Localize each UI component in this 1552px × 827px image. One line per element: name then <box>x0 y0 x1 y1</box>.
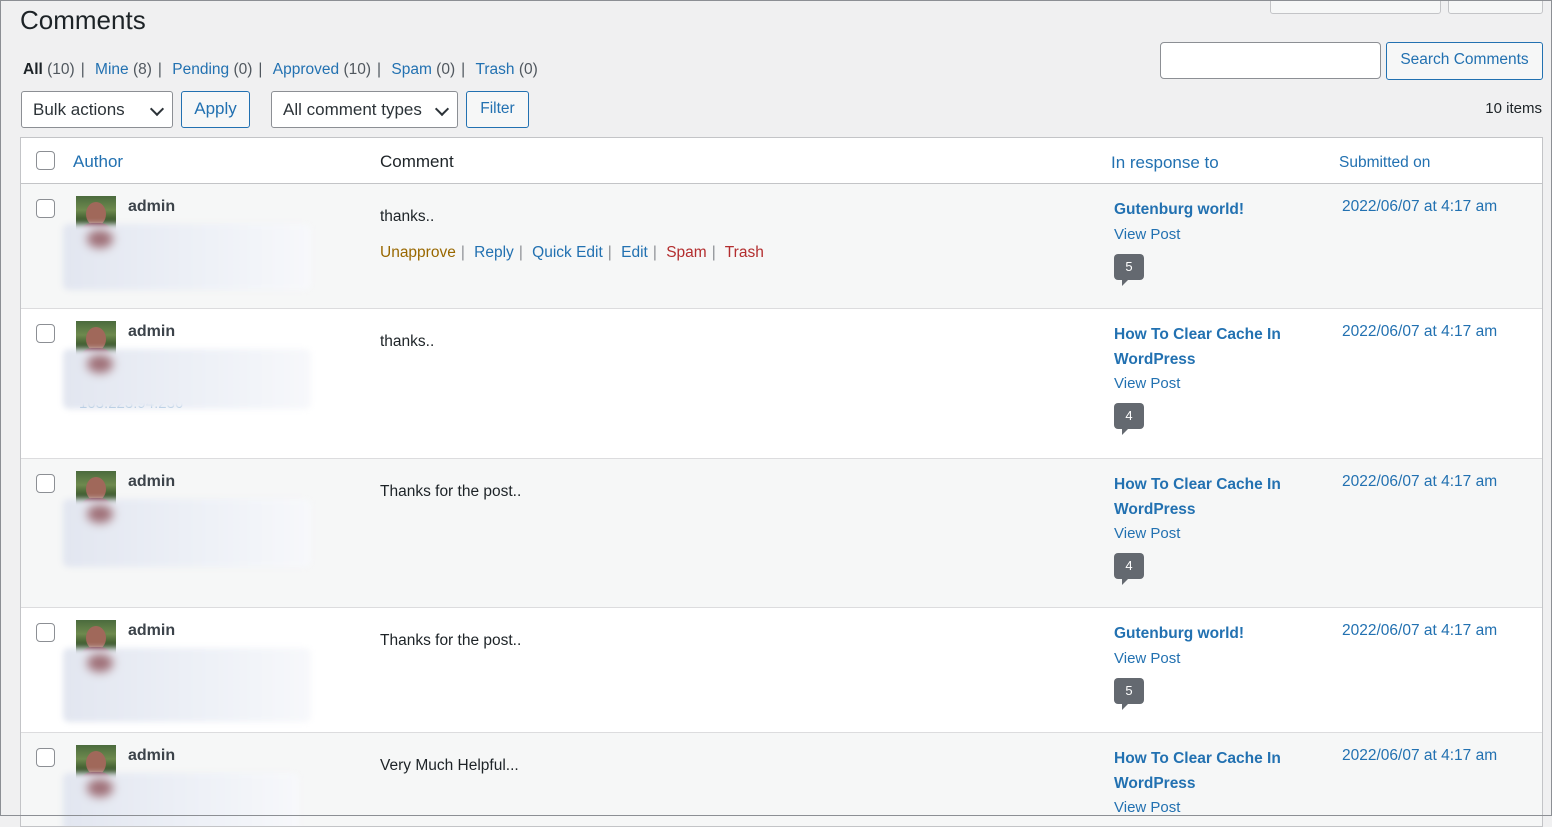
select-all-checkbox[interactable] <box>36 151 55 170</box>
filter-count: (0) <box>233 61 253 78</box>
search-comments-button[interactable]: Search Comments <box>1386 42 1543 80</box>
comment-count-bubble[interactable]: 5 <box>1114 253 1144 286</box>
column-comment: Comment <box>380 152 454 171</box>
submitted-date-link[interactable]: 2022/06/07 at 4:17 am <box>1342 473 1497 491</box>
row-checkbox[interactable] <box>36 623 55 642</box>
table-row: admin Very Much Helpful... How To Clear … <box>21 733 1542 826</box>
spam-link[interactable]: Spam <box>666 244 707 261</box>
filter-button[interactable]: Filter <box>466 91 529 128</box>
redacted-author-details <box>63 499 311 567</box>
comment-text: Very Much Helpful... <box>380 757 519 774</box>
comment-text: Thanks for the post.. <box>380 483 522 500</box>
row-actions: Unapprove | Reply | Quick Edit | Edit | Spam… <box>380 244 764 262</box>
table-row: admin Thanks for the post.. How To Clear… <box>21 459 1542 608</box>
separator: | <box>518 244 523 261</box>
filter-all[interactable]: All <box>23 61 43 78</box>
separator: | <box>157 61 162 78</box>
filter-trash[interactable]: Trash <box>475 61 514 78</box>
row-checkbox[interactable] <box>36 199 55 218</box>
chevron-down-icon <box>434 101 450 117</box>
filter-count: (0) <box>436 61 456 78</box>
redacted-author-details <box>63 224 311 290</box>
row-checkbox[interactable] <box>36 474 55 493</box>
bulk-actions-label: Bulk actions <box>33 100 125 119</box>
filter-approved[interactable]: Approved <box>273 61 339 78</box>
row-checkbox[interactable] <box>36 324 55 343</box>
comment-type-select[interactable]: All comment types <box>271 91 458 128</box>
help-button[interactable] <box>1448 0 1543 14</box>
submitted-date-link[interactable]: 2022/06/07 at 4:17 am <box>1342 198 1497 216</box>
filter-count: (10) <box>343 61 372 78</box>
comment-text: thanks.. <box>380 333 435 350</box>
separator: | <box>607 244 612 261</box>
bulk-actions-select[interactable]: Bulk actions <box>21 91 173 128</box>
column-author[interactable]: Author <box>73 151 123 173</box>
author-name: admin <box>128 747 176 764</box>
in-response-to: How To Clear Cache In WordPress View Pos… <box>1114 473 1314 585</box>
search-input[interactable] <box>1160 42 1381 79</box>
separator: | <box>652 244 657 261</box>
comment-count-bubble[interactable]: 4 <box>1114 403 1144 435</box>
separator: | <box>711 244 716 261</box>
separator: | <box>80 61 85 78</box>
comment-count-bubble[interactable]: 4 <box>1114 553 1144 585</box>
submitted-date-link[interactable]: 2022/06/07 at 4:17 am <box>1342 622 1497 640</box>
column-in-response-to[interactable]: In response to <box>1111 152 1311 174</box>
items-count: 10 items <box>1485 100 1542 117</box>
author-name: admin <box>128 198 176 215</box>
table-header: Author Comment In response to Submitted … <box>21 138 1542 184</box>
comments-table: Author Comment In response to Submitted … <box>20 137 1543 827</box>
filter-spam[interactable]: Spam <box>391 61 432 78</box>
quick-edit-link[interactable]: Quick Edit <box>532 244 603 261</box>
trash-link[interactable]: Trash <box>725 244 764 261</box>
filter-count: (0) <box>518 61 538 78</box>
reply-link[interactable]: Reply <box>474 244 514 261</box>
author-name: admin <box>128 473 176 490</box>
separator: | <box>258 61 263 78</box>
redacted-author-details <box>63 773 299 826</box>
in-response-to: How To Clear Cache In WordPress View Pos… <box>1114 323 1314 435</box>
comment-type-label: All comment types <box>283 100 422 119</box>
view-post-link[interactable]: View Post <box>1114 522 1314 545</box>
column-submitted-on[interactable]: Submitted on <box>1339 152 1430 174</box>
post-title-link[interactable]: How To Clear Cache In WordPress <box>1114 747 1314 796</box>
edit-link[interactable]: Edit <box>621 244 648 261</box>
comment-count-bubble[interactable]: 5 <box>1114 677 1144 710</box>
submitted-date-link[interactable]: 2022/06/07 at 4:17 am <box>1342 323 1497 341</box>
status-filter-links: All (10) | Mine (8) | Pending (0) | Approve… <box>23 60 538 80</box>
apply-button[interactable]: Apply <box>181 91 250 128</box>
in-response-to: Gutenburg world! View Post 5 <box>1114 198 1314 286</box>
comment-text: thanks.. <box>380 208 435 225</box>
filter-count: (10) <box>47 61 75 78</box>
redacted-author-details <box>63 648 311 722</box>
post-title-link[interactable]: How To Clear Cache In WordPress <box>1114 473 1314 522</box>
table-row: admin thanks.. Unapprove | Reply | Quick E… <box>21 184 1542 309</box>
unapprove-link[interactable]: Unapprove <box>380 244 456 261</box>
post-title-link[interactable]: Gutenburg world! <box>1114 198 1314 223</box>
table-row: admin Thanks for the post.. Gutenburg wo… <box>21 608 1542 733</box>
post-title-link[interactable]: Gutenburg world! <box>1114 622 1314 647</box>
comment-text: Thanks for the post.. <box>380 632 522 649</box>
screen-options-button[interactable] <box>1270 0 1441 14</box>
separator: | <box>377 61 382 78</box>
view-post-link[interactable]: View Post <box>1114 372 1314 395</box>
author-name: admin <box>128 323 176 340</box>
view-post-link[interactable]: View Post <box>1114 223 1314 246</box>
page-title: Comments <box>20 5 146 35</box>
submitted-date-link[interactable]: 2022/06/07 at 4:17 am <box>1342 747 1497 765</box>
post-title-link[interactable]: How To Clear Cache In WordPress <box>1114 323 1314 372</box>
view-post-link[interactable]: View Post <box>1114 647 1314 670</box>
chevron-down-icon <box>149 101 165 117</box>
filter-count: (8) <box>132 61 152 78</box>
filter-mine[interactable]: Mine <box>95 61 129 78</box>
filter-pending[interactable]: Pending <box>172 61 229 78</box>
redacted-author-details <box>63 349 311 409</box>
in-response-to: How To Clear Cache In WordPress View Pos… <box>1114 747 1314 819</box>
table-row: admin 103.223.94.236 thanks.. How To Cle… <box>21 309 1542 459</box>
separator: | <box>461 61 466 78</box>
separator: | <box>460 244 465 261</box>
author-name: admin <box>128 622 176 639</box>
row-checkbox[interactable] <box>36 748 55 767</box>
in-response-to: Gutenburg world! View Post 5 <box>1114 622 1314 710</box>
